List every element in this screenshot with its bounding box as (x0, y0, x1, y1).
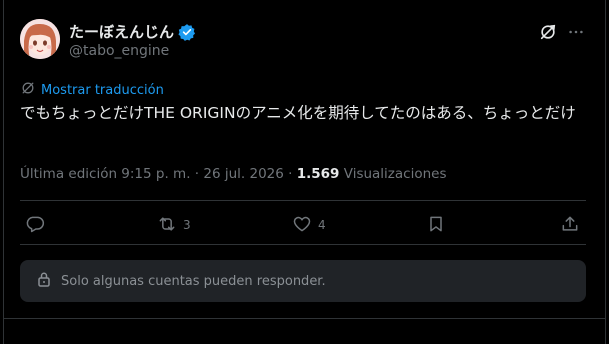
reply-restriction-text: Solo algunas cuentas pueden responder. (61, 273, 326, 289)
share-icon (560, 214, 580, 237)
reply-restriction-notice: Solo algunas cuentas pueden responder. (20, 260, 586, 302)
edited-time[interactable]: Última edición 9:15 p. m. (20, 166, 191, 182)
reply-button[interactable] (25, 214, 45, 236)
divider-top (20, 200, 586, 201)
divider-bottom (20, 244, 586, 245)
translate-icon (20, 80, 36, 100)
author-name-row[interactable]: たーぼえんじん (69, 21, 196, 42)
show-translation-link[interactable]: Mostrar traducción (20, 80, 164, 100)
repost-count: 3 (183, 218, 191, 232)
meta-separator-2: · (288, 166, 293, 182)
avatar[interactable] (20, 19, 60, 59)
verified-badge-icon (178, 23, 196, 41)
like-icon (292, 214, 312, 237)
display-name[interactable]: たーぼえんじん (69, 21, 174, 42)
bottom-divider (3, 318, 606, 319)
tweet-meta: Última edición 9:15 p. m. · 26 jul. 2026… (20, 166, 447, 182)
meta-separator: · (194, 166, 200, 182)
views-count: 1.569 (296, 166, 340, 182)
share-button[interactable] (560, 214, 580, 236)
like-count: 4 (318, 218, 326, 232)
lock-icon (37, 271, 51, 291)
grok-icon[interactable] (538, 22, 558, 42)
reply-icon (25, 214, 45, 237)
repost-button[interactable]: 3 (157, 214, 191, 236)
tweet-text: でもちょっとだけTHE ORIGINのアニメ化を期待してたのはある、ちょっとだけ (20, 104, 576, 122)
bookmark-icon (426, 214, 446, 237)
bookmark-button[interactable] (426, 214, 446, 236)
views-label: Visualizaciones (343, 166, 447, 182)
tweet-date[interactable]: 26 jul. 2026 (203, 166, 283, 182)
author-handle[interactable]: @tabo_engine (69, 43, 169, 59)
repost-icon (157, 214, 177, 237)
translate-label[interactable]: Mostrar traducción (41, 83, 164, 98)
like-button[interactable]: 4 (292, 214, 326, 236)
more-options-icon[interactable] (566, 22, 586, 42)
